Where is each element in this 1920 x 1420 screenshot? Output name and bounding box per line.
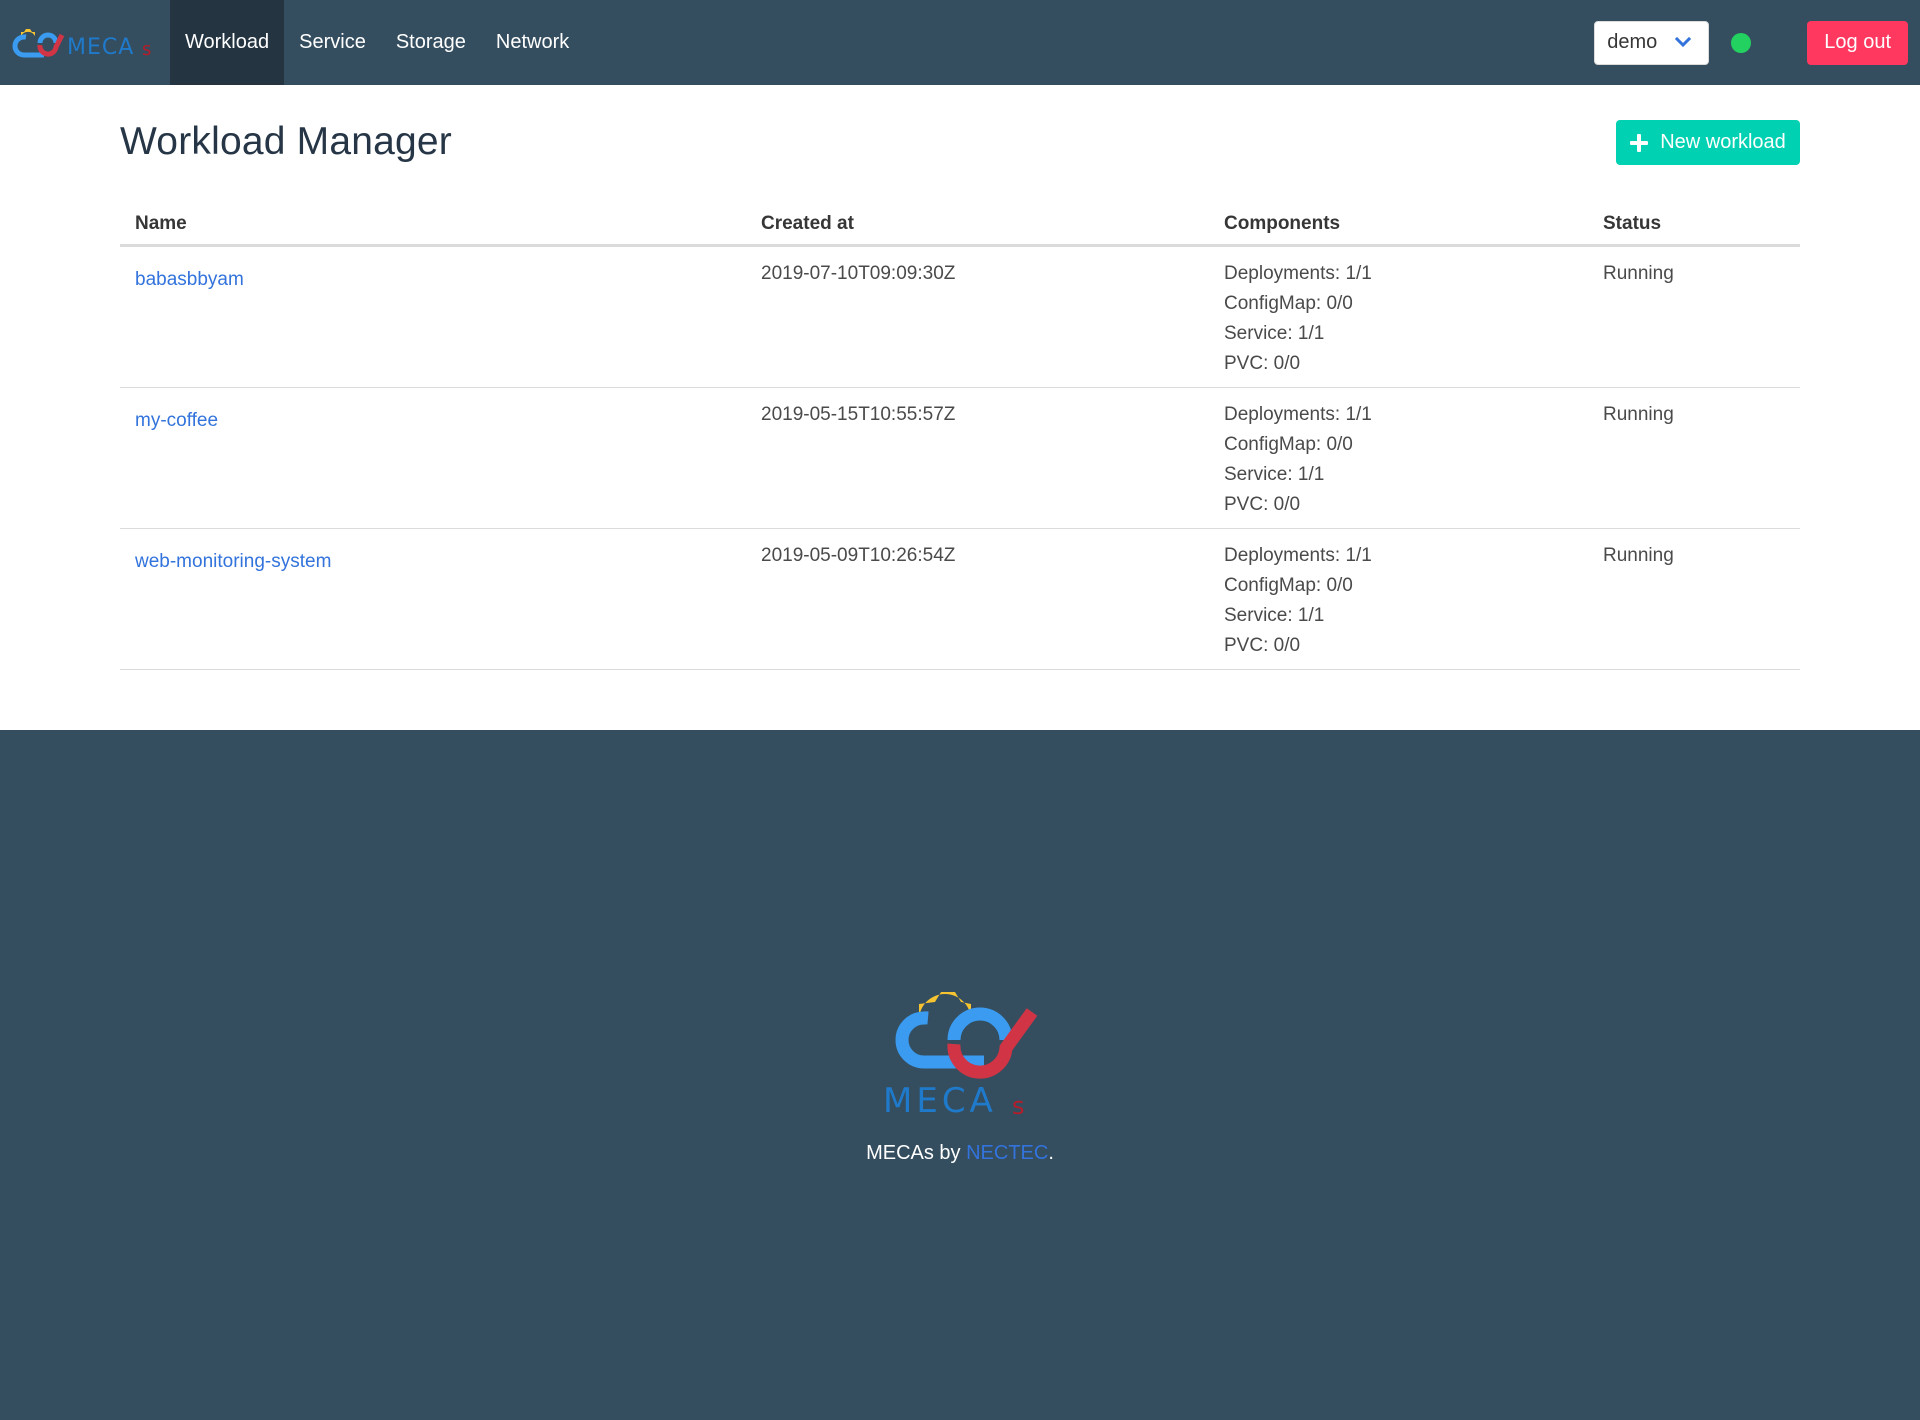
nav-item-network[interactable]: Network	[481, 0, 584, 85]
chevron-down-icon	[1675, 36, 1692, 47]
component-service: Service: 1/1	[1224, 604, 1325, 626]
component-service: Service: 1/1	[1224, 463, 1325, 485]
workload-name-cell: babasbbyam	[120, 245, 746, 388]
components-cell: Deployments: 1/1 ConfigMap: 0/0 Service:…	[1209, 245, 1588, 388]
created-at-cell: 2019-07-10T09:09:30Z	[746, 245, 1209, 388]
svg-text:s: s	[1012, 1092, 1025, 1120]
component-deployments: Deployments: 1/1	[1224, 262, 1372, 284]
svg-text:MECA: MECA	[883, 1081, 997, 1120]
nectec-link[interactable]: NECTEC	[966, 1142, 1048, 1164]
workload-link[interactable]: babasbbyam	[135, 269, 244, 290]
page-footer: MECA s MECAs by NECTEC.	[0, 730, 1920, 1420]
component-configmap: ConfigMap: 0/0	[1224, 574, 1353, 596]
nav-item-storage[interactable]: Storage	[381, 0, 481, 85]
plus-icon	[1630, 133, 1649, 152]
workload-name-cell: web-monitoring-system	[120, 528, 746, 670]
column-header-components: Components	[1209, 205, 1588, 247]
footer-credit: MECAs by NECTEC.	[0, 1142, 1920, 1165]
component-pvc: PVC: 0/0	[1224, 352, 1301, 374]
new-workload-button[interactable]: New workload	[1616, 120, 1800, 165]
table-header-row: Name Created at Components Status	[120, 205, 1800, 247]
page-title: Workload Manager	[120, 120, 452, 163]
top-navbar: MECA s Workload Service Storage Network …	[0, 0, 1920, 85]
components-cell: Deployments: 1/1 ConfigMap: 0/0 Service:…	[1209, 528, 1588, 670]
workload-link[interactable]: web-monitoring-system	[135, 551, 331, 572]
footer-suffix: .	[1048, 1142, 1054, 1164]
status-cell: Running	[1588, 528, 1800, 670]
workload-name-cell: my-coffee	[120, 387, 746, 529]
navbar-right: demo Log out	[1594, 0, 1920, 85]
status-cell: Running	[1588, 245, 1800, 388]
connection-status-indicator	[1731, 32, 1752, 53]
logout-button[interactable]: Log out	[1807, 20, 1908, 65]
components-cell: Deployments: 1/1 ConfigMap: 0/0 Service:…	[1209, 387, 1588, 529]
mecas-logo-icon: MECA s	[12, 28, 151, 60]
svg-text:MECA: MECA	[67, 35, 134, 60]
created-at-cell: 2019-05-15T10:55:57Z	[746, 387, 1209, 529]
footer-prefix: MECAs by	[866, 1142, 967, 1164]
nav-item-service[interactable]: Service	[284, 0, 381, 85]
svg-text:s: s	[142, 39, 151, 60]
component-deployments: Deployments: 1/1	[1224, 544, 1372, 566]
column-header-created-at: Created at	[746, 205, 1209, 247]
namespace-select[interactable]: demo	[1594, 20, 1710, 65]
component-configmap: ConfigMap: 0/0	[1224, 292, 1353, 314]
component-pvc: PVC: 0/0	[1224, 634, 1301, 656]
component-deployments: Deployments: 1/1	[1224, 403, 1372, 425]
brand-logo[interactable]: MECA s	[0, 0, 170, 85]
created-at-cell: 2019-05-09T10:26:54Z	[746, 528, 1209, 670]
table-row: my-coffee 2019-05-15T10:55:57Z Deploymen…	[120, 387, 1800, 529]
component-configmap: ConfigMap: 0/0	[1224, 433, 1353, 455]
workload-link[interactable]: my-coffee	[135, 410, 218, 431]
table-row: babasbbyam 2019-07-10T09:09:30Z Deployme…	[120, 245, 1800, 388]
main-content: Workload Manager New workload Name Creat…	[0, 85, 1920, 730]
column-header-status: Status	[1588, 205, 1800, 247]
status-cell: Running	[1588, 387, 1800, 529]
table-row: web-monitoring-system 2019-05-09T10:26:5…	[120, 528, 1800, 670]
component-pvc: PVC: 0/0	[1224, 493, 1301, 515]
column-header-name: Name	[120, 205, 746, 247]
new-workload-label: New workload	[1660, 131, 1786, 153]
mecas-footer-logo-icon: MECA s	[883, 992, 1038, 1120]
namespace-select-value: demo	[1607, 31, 1658, 53]
nav-item-workload[interactable]: Workload	[170, 0, 285, 85]
workload-table: Name Created at Components Status babasb…	[120, 205, 1800, 670]
component-service: Service: 1/1	[1224, 322, 1325, 344]
